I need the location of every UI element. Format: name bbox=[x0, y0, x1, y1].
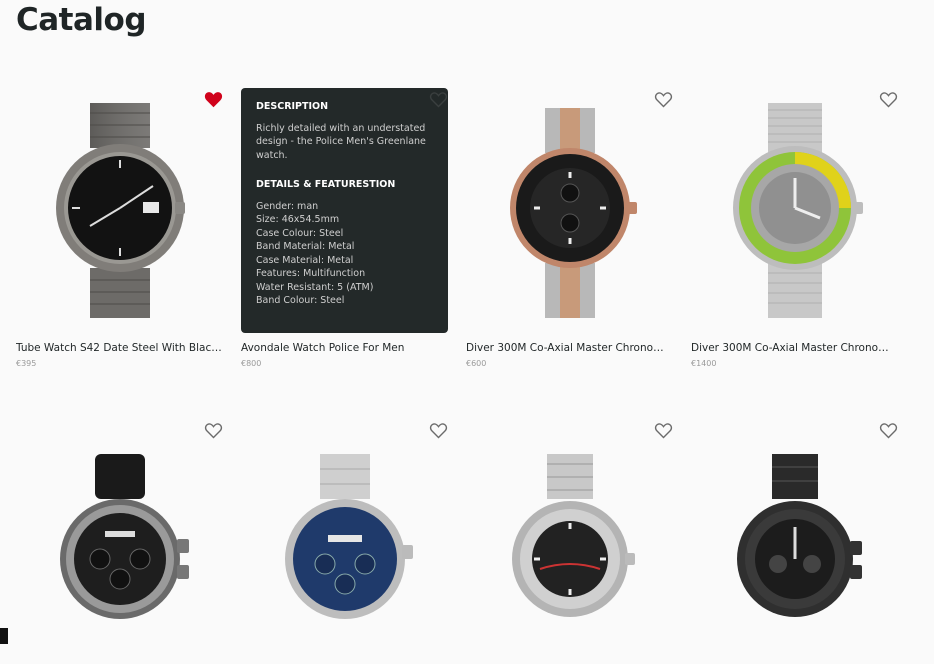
detail-line: Case Material: Metal bbox=[256, 254, 354, 266]
product-name[interactable]: Diver 300M Co-Axial Master Chronomet... bbox=[466, 342, 673, 354]
corner-marker bbox=[0, 628, 8, 644]
details-heading: DETAILS & FEATURESTION bbox=[256, 179, 396, 190]
favorite-heart-icon[interactable] bbox=[878, 90, 898, 108]
product-details-overlay: DESCRIPTION Richly detailed with an unde… bbox=[241, 88, 448, 333]
favorite-heart-icon[interactable] bbox=[428, 90, 448, 108]
product-name[interactable]: Diver 300M Co-Axial Master Chronomet... bbox=[691, 342, 898, 354]
detail-line: Size: 46x54.5mm bbox=[256, 214, 340, 225]
product-price: €395 bbox=[16, 359, 37, 368]
favorite-heart-icon[interactable] bbox=[428, 421, 448, 439]
description-text: Richly detailed with an understated desi… bbox=[256, 122, 426, 161]
favorite-heart-icon[interactable] bbox=[203, 90, 223, 108]
product-price: €1400 bbox=[691, 359, 717, 368]
favorite-heart-icon[interactable] bbox=[653, 90, 673, 108]
favorite-heart-icon[interactable] bbox=[203, 421, 223, 439]
favorite-heart-icon[interactable] bbox=[878, 421, 898, 439]
product-image[interactable] bbox=[466, 88, 673, 333]
page-title: Catalog bbox=[16, 2, 147, 38]
description-heading: DESCRIPTION bbox=[256, 101, 329, 112]
detail-line: Band Material: Metal bbox=[256, 241, 355, 252]
product-name[interactable]: Avondale Watch Police For Men bbox=[241, 342, 448, 354]
detail-line: Case Colour: Steel bbox=[256, 227, 344, 239]
detail-line: Gender: man bbox=[256, 200, 319, 212]
product-image[interactable] bbox=[691, 419, 898, 664]
product-price: €600 bbox=[466, 359, 487, 368]
product-image[interactable] bbox=[16, 88, 223, 333]
product-image[interactable] bbox=[241, 419, 448, 664]
product-name[interactable]: Tube Watch S42 Date Steel With Black ... bbox=[16, 342, 223, 354]
product-grid: Tube Watch S42 Date Steel With Black ...… bbox=[16, 88, 934, 644]
detail-line: Band Colour: Steel bbox=[256, 295, 345, 306]
detail-line: Features: Multifunction bbox=[256, 268, 366, 279]
product-price: €800 bbox=[241, 359, 262, 368]
product-image[interactable] bbox=[16, 419, 223, 664]
favorite-heart-icon[interactable] bbox=[653, 421, 673, 439]
product-image[interactable] bbox=[691, 88, 898, 333]
detail-line: Water Resistant: 5 (ATM) bbox=[256, 281, 374, 293]
product-image[interactable] bbox=[466, 419, 673, 664]
